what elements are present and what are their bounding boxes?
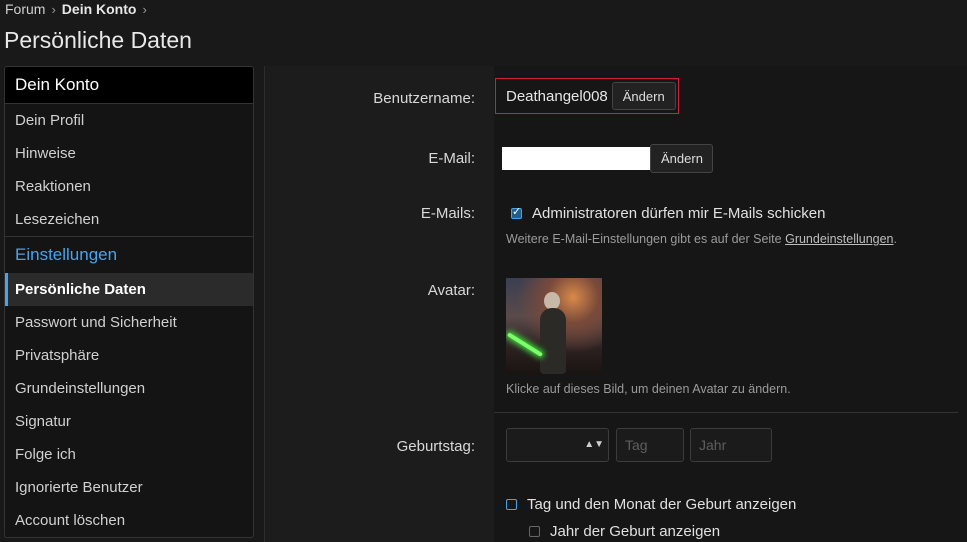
sidebar-item-profile[interactable]: Dein Profil: [5, 104, 253, 137]
emails-label: E-Mails:: [420, 205, 475, 222]
sidebar-item-bookmarks[interactable]: Lesezeichen: [5, 203, 253, 236]
sidebar-header[interactable]: Dein Konto: [5, 67, 253, 104]
sidebar-item-delete-account[interactable]: Account löschen: [5, 504, 253, 537]
sidebar-item-privacy[interactable]: Privatsphäre: [5, 339, 253, 372]
email-label: E-Mail:: [428, 150, 475, 167]
personal-details-form: Benutzername: Deathangel008 Ändern E-Mai…: [264, 66, 967, 542]
sidebar-item-personal-details[interactable]: Persönliche Daten: [5, 273, 253, 306]
sidebar-item-security[interactable]: Passwort und Sicherheit: [5, 306, 253, 339]
sidebar-item-signature[interactable]: Signatur: [5, 405, 253, 438]
account-sidebar: Dein Konto Dein Profil Hinweise Reaktion…: [4, 66, 254, 538]
show-year-row: Jahr der Geburt anzeigen: [529, 523, 720, 540]
email-field[interactable]: [502, 147, 652, 170]
birthday-month-select[interactable]: ▲▼: [506, 428, 609, 462]
sidebar-item-alerts[interactable]: Hinweise: [5, 137, 253, 170]
breadcrumb-forum-link[interactable]: Forum: [5, 1, 45, 17]
username-value: Deathangel008: [506, 87, 608, 105]
email-hint-prefix: Weitere E-Mail-Einstellungen gibt es auf…: [506, 232, 782, 246]
avatar-hint: Klicke auf dieses Bild, um deinen Avatar…: [506, 382, 791, 396]
birthday-year-input[interactable]: Jahr: [690, 428, 772, 462]
avatar-lightsaber: [506, 332, 543, 357]
username-row: Deathangel008 Ändern: [495, 78, 679, 114]
show-year-text: Jahr der Geburt anzeigen: [550, 523, 721, 540]
email-optin-text: Administratoren dürfen mir E-Mails schic…: [532, 205, 826, 222]
email-optin-row: Administratoren dürfen mir E-Mails schic…: [511, 205, 825, 222]
show-day-month-row: Tag und den Monat der Geburt anzeigen: [506, 496, 796, 513]
section-divider: [494, 412, 958, 413]
avatar-image[interactable]: [506, 278, 602, 374]
sidebar-section-settings: Einstellungen: [5, 236, 253, 273]
page-title: Persönliche Daten: [4, 27, 192, 53]
username-label: Benutzername:: [373, 90, 475, 107]
select-arrows-icon: ▲▼: [584, 439, 604, 450]
form-label-column: [265, 66, 494, 542]
avatar-figure-body: [540, 308, 566, 374]
birthday-label: Geburtstag:: [396, 438, 475, 455]
birthday-day-input[interactable]: Tag: [616, 428, 684, 462]
change-username-button[interactable]: Ändern: [611, 82, 676, 110]
change-email-button[interactable]: Ändern: [650, 144, 713, 173]
chevron-right-icon: ›: [51, 1, 56, 17]
show-day-month-text: Tag und den Monat der Geburt anzeigen: [527, 496, 797, 513]
sidebar-item-reactions[interactable]: Reaktionen: [5, 170, 253, 203]
show-year-checkbox[interactable]: [529, 526, 540, 537]
avatar-label: Avatar:: [427, 282, 475, 299]
chevron-right-icon: ›: [142, 1, 147, 17]
breadcrumb: Forum › Dein Konto ›: [5, 1, 147, 17]
sidebar-item-following[interactable]: Folge ich: [5, 438, 253, 471]
breadcrumb-account-link[interactable]: Dein Konto: [62, 1, 137, 17]
sidebar-item-preferences[interactable]: Grundeinstellungen: [5, 372, 253, 405]
email-hint-suffix: .: [893, 232, 897, 246]
email-optin-checkbox[interactable]: [511, 205, 522, 219]
sidebar-item-ignored[interactable]: Ignorierte Benutzer: [5, 471, 253, 504]
show-day-month-checkbox[interactable]: [506, 499, 517, 510]
preferences-link[interactable]: Grundeinstellungen: [785, 232, 893, 246]
email-settings-hint: Weitere E-Mail-Einstellungen gibt es auf…: [506, 232, 897, 246]
